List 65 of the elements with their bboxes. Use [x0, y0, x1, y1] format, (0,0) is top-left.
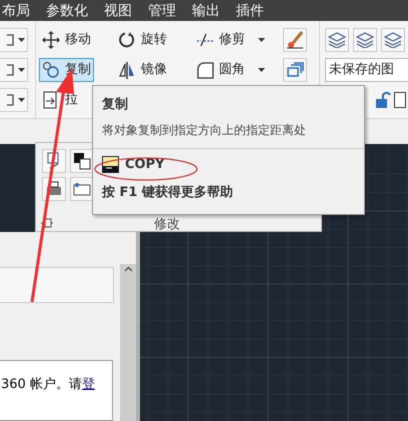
menu-item[interactable]: 视图 — [102, 4, 146, 18]
array-button[interactable] — [283, 58, 307, 82]
text-field[interactable] — [0, 267, 114, 303]
tool-button[interactable] — [70, 177, 94, 201]
tool-button[interactable] — [70, 149, 94, 173]
tool-button[interactable]: 镜像 — [115, 58, 170, 82]
tool-label: 拉 — [65, 91, 78, 110]
tool-label: 移动 — [65, 31, 91, 50]
command-name: COPY — [125, 156, 165, 174]
account-text: 360 帐户。请登 — [1, 377, 95, 392]
caret-icon — [258, 68, 265, 72]
tool-label: 修剪 — [219, 31, 245, 50]
scrollbar[interactable] — [120, 264, 136, 421]
caret-icon — [258, 38, 265, 42]
lock-icon — [375, 91, 391, 109]
caret-icon — [18, 98, 25, 102]
layer-tool-button[interactable] — [381, 28, 405, 52]
tool-label: 镜像 — [141, 61, 167, 80]
layer-select-field[interactable]: 未保存的图 — [325, 58, 408, 82]
shape-icon — [7, 93, 15, 107]
command-icon — [102, 156, 119, 173]
boxes-icon — [286, 62, 304, 78]
shape-icon — [7, 33, 15, 47]
brush-button[interactable] — [283, 28, 307, 52]
tool-button[interactable]: 修剪 — [193, 28, 268, 52]
color-swatch[interactable] — [394, 92, 406, 108]
tool-label: 圆角 — [219, 61, 245, 80]
layers-icon — [356, 32, 374, 48]
printer-icon — [45, 180, 63, 198]
layer-tool-button[interactable] — [325, 28, 349, 52]
menu-item[interactable]: 布局 — [0, 4, 44, 18]
tooltip-title: 复制 — [102, 96, 129, 114]
dots-icon — [73, 180, 91, 198]
help-hint: 按 F1 键获得更多帮助 — [102, 184, 234, 202]
tool-button[interactable]: 旋转 — [115, 28, 170, 52]
brush-icon — [286, 31, 304, 49]
rotate-icon — [118, 31, 136, 49]
copy-icon — [42, 61, 60, 79]
tool-dropdown-button[interactable] — [0, 88, 28, 112]
fillet-icon — [196, 61, 214, 79]
tool-dropdown-button[interactable] — [0, 58, 28, 82]
scroll-up-icon — [124, 266, 132, 272]
menu-item[interactable]: 输出 — [190, 4, 234, 18]
move-icon — [42, 31, 60, 49]
tool-label: 旋转 — [141, 31, 167, 50]
overlap-icon — [73, 152, 91, 170]
menu-item[interactable]: 参数化 — [44, 4, 102, 18]
mirror-icon — [118, 61, 136, 79]
shape-icon — [7, 63, 15, 77]
tool-button[interactable]: 拉 — [39, 88, 81, 112]
trim-icon — [196, 31, 214, 49]
caret-icon — [18, 38, 25, 42]
caret-icon — [18, 68, 25, 72]
tool-button[interactable]: 圆角 — [193, 58, 268, 82]
menu-item[interactable]: 管理 — [146, 4, 190, 18]
login-link[interactable]: 登 — [82, 377, 95, 392]
tooltip-description: 将对象复制到指定方向上的指定距离处 — [102, 122, 307, 138]
panel-title: 修改 — [154, 216, 180, 234]
layers-icon — [384, 32, 402, 48]
layer-tool-button[interactable] — [353, 28, 377, 52]
pin-icon — [40, 218, 54, 228]
tool-button[interactable]: 移动 — [39, 28, 94, 52]
tool-dropdown-button[interactable] — [0, 28, 28, 52]
menu-item[interactable]: 插件 — [234, 4, 278, 18]
layers-icon — [328, 32, 346, 48]
